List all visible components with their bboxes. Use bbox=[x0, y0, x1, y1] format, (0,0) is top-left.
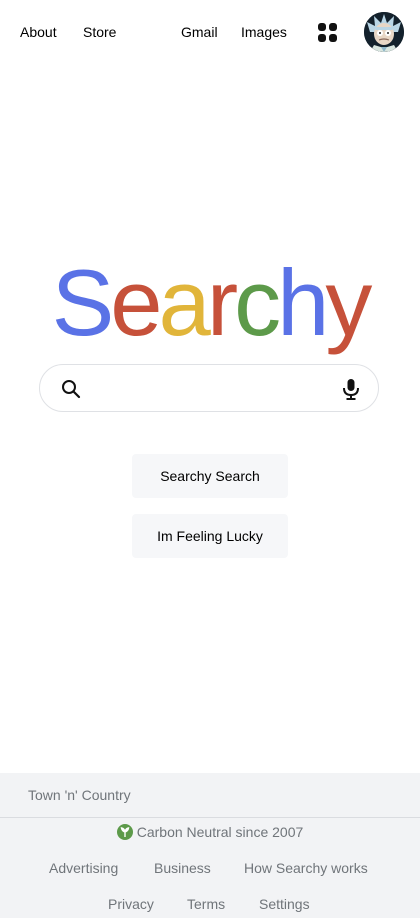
logo-letter: y bbox=[325, 250, 372, 355]
logo-letter: r bbox=[206, 250, 238, 355]
logo-letter: a bbox=[158, 250, 211, 355]
nav-store-link[interactable]: Store bbox=[83, 24, 116, 40]
footer-divider bbox=[0, 817, 420, 818]
feeling-lucky-button[interactable]: Im Feeling Lucky bbox=[132, 514, 288, 558]
apps-dot bbox=[318, 23, 326, 31]
search-box[interactable] bbox=[39, 364, 379, 412]
nav-images-link[interactable]: Images bbox=[241, 24, 287, 40]
carbon-neutral-notice[interactable]: Carbon Neutral since 2007 bbox=[0, 824, 420, 840]
microphone-icon[interactable] bbox=[341, 378, 361, 400]
search-icon[interactable] bbox=[61, 379, 81, 399]
footer-link-how-searchy-works[interactable]: How Searchy works bbox=[244, 860, 368, 876]
searchy-logo: Searchy bbox=[0, 248, 420, 358]
apps-grid-icon[interactable] bbox=[318, 23, 337, 42]
footer-link-settings[interactable]: Settings bbox=[259, 896, 310, 912]
search-home-page: About Store Gmail Images Searchy Searchy… bbox=[0, 0, 420, 918]
footer-link-privacy[interactable]: Privacy bbox=[108, 896, 154, 912]
logo-letter: h bbox=[277, 250, 329, 355]
search-input[interactable] bbox=[96, 375, 330, 403]
logo-letter: c bbox=[234, 250, 281, 355]
top-nav: About Store Gmail Images bbox=[0, 0, 420, 64]
footer-link-business[interactable]: Business bbox=[154, 860, 211, 876]
nav-gmail-link[interactable]: Gmail bbox=[181, 24, 218, 40]
footer-link-terms[interactable]: Terms bbox=[187, 896, 225, 912]
logo-letter: e bbox=[110, 250, 162, 355]
user-avatar-icon[interactable] bbox=[364, 12, 404, 52]
footer-location: Town 'n' Country bbox=[28, 787, 131, 803]
footer-link-advertising[interactable]: Advertising bbox=[49, 860, 118, 876]
apps-dot bbox=[329, 34, 337, 42]
apps-dot bbox=[329, 23, 337, 31]
avatar-illustration bbox=[364, 12, 404, 52]
footer: Town 'n' Country Carbon Neutral since 20… bbox=[0, 773, 420, 918]
carbon-neutral-text: Carbon Neutral since 2007 bbox=[136, 824, 304, 840]
logo-letter: S bbox=[51, 250, 115, 355]
searchy-search-button[interactable]: Searchy Search bbox=[132, 454, 288, 498]
nav-about-link[interactable]: About bbox=[20, 24, 57, 40]
leaf-icon bbox=[116, 824, 133, 840]
apps-dot bbox=[318, 34, 326, 42]
